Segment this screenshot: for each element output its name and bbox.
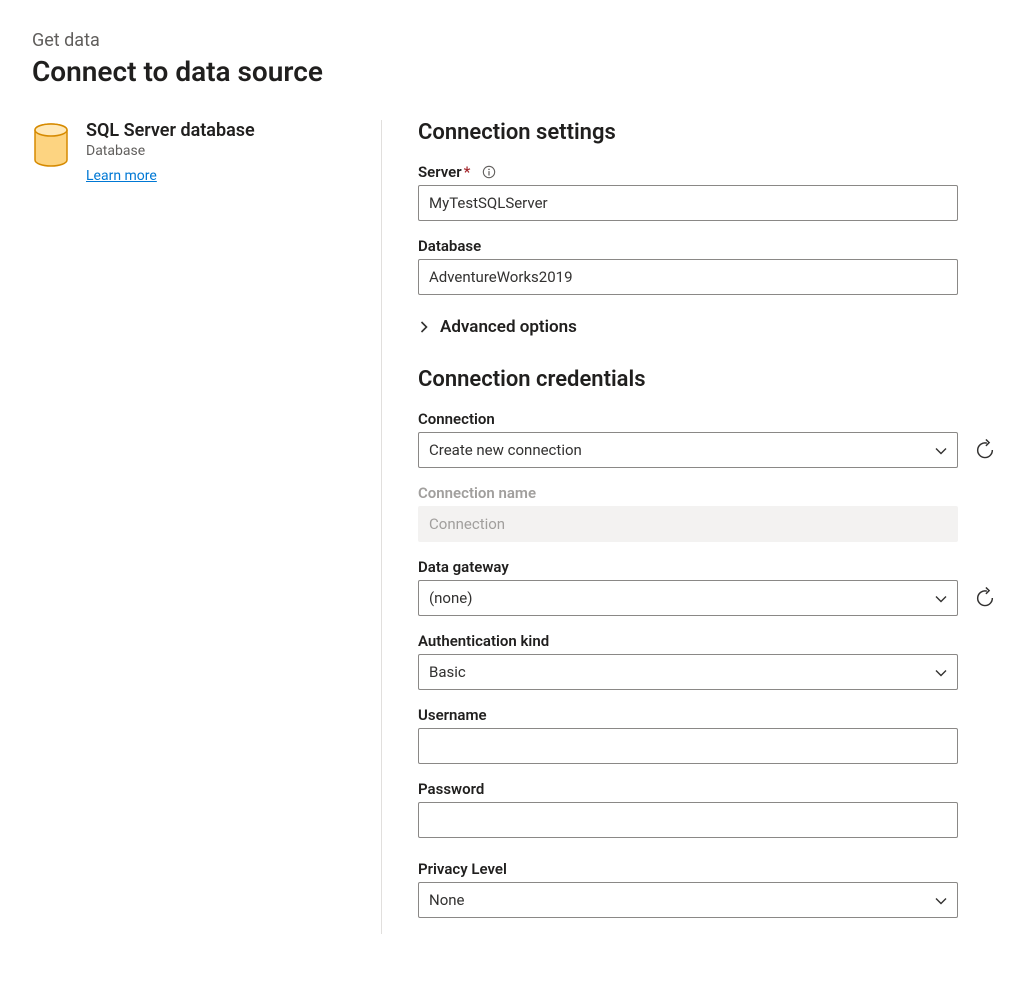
auth-kind-select[interactable]: Basic: [418, 654, 958, 690]
info-icon[interactable]: [482, 165, 496, 179]
learn-more-link[interactable]: Learn more: [86, 168, 157, 184]
privacy-select[interactable]: None: [418, 882, 958, 918]
database-input[interactable]: [418, 259, 958, 295]
datasource-title: SQL Server database: [86, 120, 255, 141]
connection-select[interactable]: Create new connection: [418, 432, 958, 468]
required-indicator: *: [464, 163, 471, 181]
auth-kind-label: Authentication kind: [418, 632, 1005, 650]
connection-name-input: [418, 506, 958, 542]
database-icon: [32, 122, 70, 168]
page-title: Connect to data source: [32, 55, 1017, 88]
advanced-options-toggle[interactable]: Advanced options: [418, 317, 1005, 337]
gateway-label: Data gateway: [418, 558, 1005, 576]
connection-name-label: Connection name: [418, 484, 1005, 502]
password-label: Password: [418, 780, 1005, 798]
refresh-icon[interactable]: [974, 439, 996, 461]
password-input[interactable]: [418, 802, 958, 838]
datasource-subtitle: Database: [86, 143, 255, 159]
privacy-label: Privacy Level: [418, 860, 1005, 878]
gateway-select[interactable]: (none): [418, 580, 958, 616]
connection-credentials-heading: Connection credentials: [418, 367, 1005, 392]
username-label: Username: [418, 706, 1005, 724]
username-input[interactable]: [418, 728, 958, 764]
server-label: Server*: [418, 163, 1005, 181]
datasource-panel: SQL Server database Database Learn more: [32, 120, 382, 934]
breadcrumb: Get data: [32, 30, 1017, 51]
server-input[interactable]: [418, 185, 958, 221]
connection-settings-heading: Connection settings: [418, 120, 1005, 145]
refresh-icon[interactable]: [974, 587, 996, 609]
chevron-right-icon: [418, 321, 430, 333]
database-label: Database: [418, 237, 1005, 255]
connection-label: Connection: [418, 410, 1005, 428]
